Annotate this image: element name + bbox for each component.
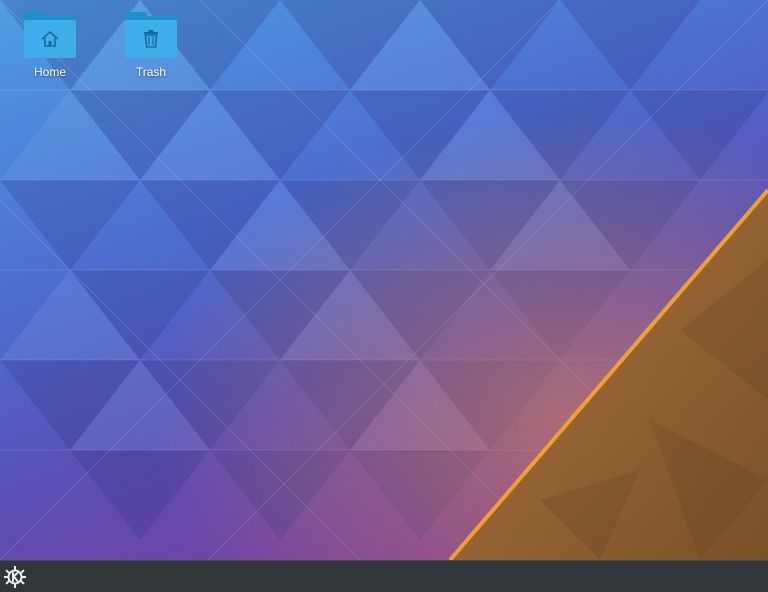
kde-logo-icon	[4, 566, 26, 588]
trash-icon	[144, 30, 158, 48]
desktop-icon-trash[interactable]: Trash	[111, 12, 191, 79]
desktop-icon-home[interactable]: Home	[10, 12, 90, 79]
application-launcher-button[interactable]	[2, 564, 28, 590]
wallpaper	[0, 0, 768, 560]
desktop[interactable]: Home Trash	[0, 0, 768, 560]
bottom-panel	[0, 560, 768, 592]
folder-icon	[24, 12, 76, 58]
home-icon	[41, 31, 59, 47]
folder-icon	[125, 12, 177, 58]
desktop-icon-label: Trash	[135, 65, 167, 79]
desktop-icon-label: Home	[33, 65, 66, 79]
